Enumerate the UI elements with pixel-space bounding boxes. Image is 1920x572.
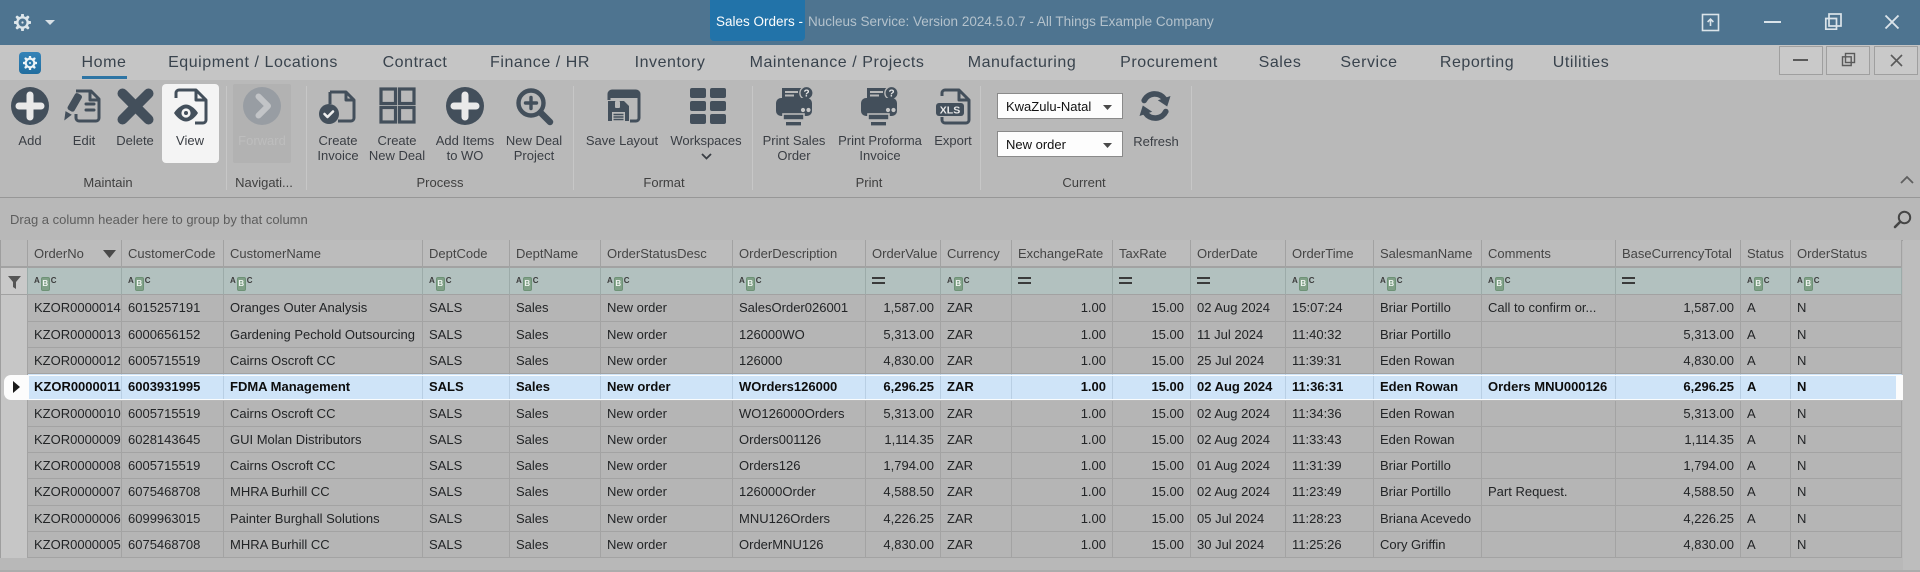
svg-text:?: ? bbox=[888, 89, 894, 100]
svg-text:?: ? bbox=[803, 89, 809, 100]
svg-text:XLS: XLS bbox=[940, 105, 960, 117]
